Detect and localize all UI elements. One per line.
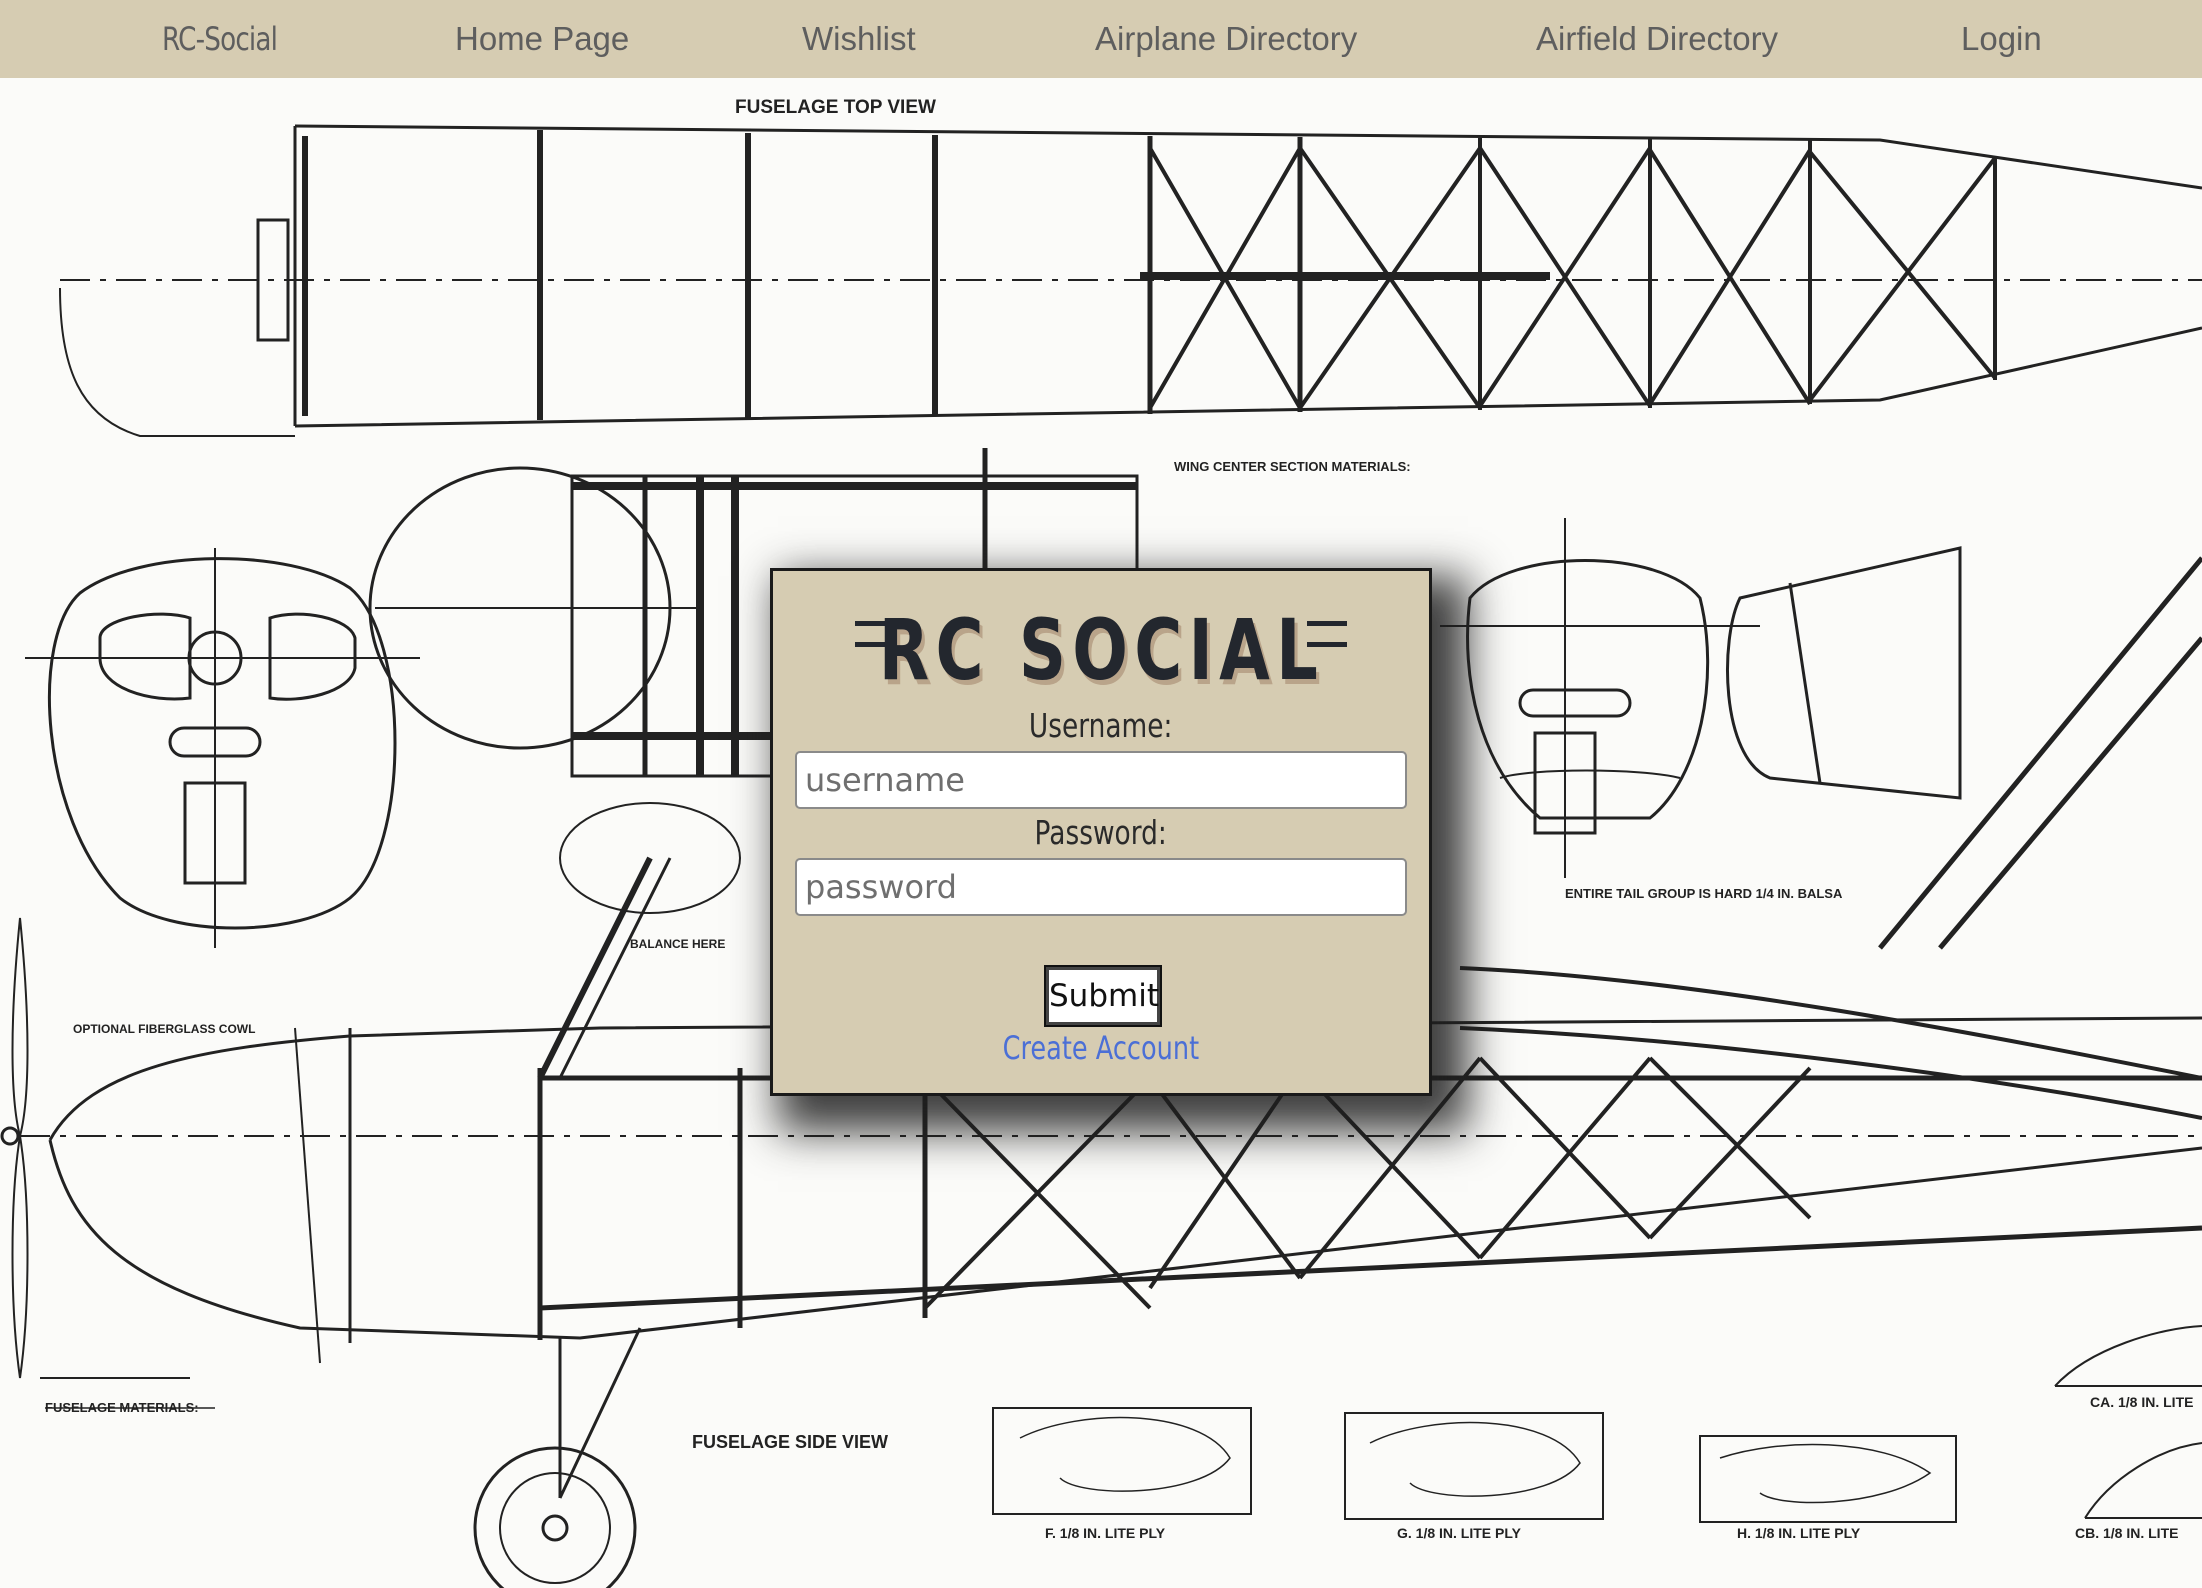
create-account-link-text[interactable]: Create Account bbox=[1003, 1029, 1200, 1067]
blueprint-label-part-f: F. 1/8 IN. LITE PLY bbox=[1045, 1525, 1166, 1541]
blueprint-label-fuselage-materials: FUSELAGE MATERIALS: bbox=[45, 1400, 199, 1415]
blueprint-label-part-ca: CA. 1/8 IN. LITE bbox=[2090, 1394, 2193, 1410]
submit-button[interactable]: Submit bbox=[1044, 965, 1162, 1027]
login-title: RC SOCIAL bbox=[773, 601, 1429, 699]
top-navbar: RC-Social Home Page Wishlist Airplane Di… bbox=[0, 0, 2202, 78]
nav-home-page[interactable]: Home Page bbox=[455, 0, 629, 78]
blueprint-label-tail-group: ENTIRE TAIL GROUP IS HARD 1/4 IN. BALSA bbox=[1565, 886, 1843, 901]
username-label: Username: bbox=[773, 706, 1429, 745]
username-label-text: Username: bbox=[1029, 706, 1173, 745]
nav-login[interactable]: Login bbox=[1961, 0, 2042, 78]
password-label: Password: bbox=[773, 813, 1429, 852]
blueprint-label-wing-center: WING CENTER SECTION MATERIALS: bbox=[1174, 459, 1411, 474]
password-input[interactable] bbox=[795, 858, 1407, 916]
blueprint-label-balance: BALANCE HERE bbox=[630, 937, 725, 951]
login-modal: RC SOCIAL Username: Password: Submit Cre… bbox=[770, 568, 1432, 1096]
password-label-text: Password: bbox=[1034, 813, 1168, 852]
blueprint-label-optional-cowl: OPTIONAL FIBERGLASS COWL bbox=[73, 1022, 255, 1036]
create-account-link[interactable]: Create Account bbox=[773, 1029, 1429, 1067]
blueprint-label-part-h: H. 1/8 IN. LITE PLY bbox=[1737, 1525, 1861, 1541]
nav-wishlist[interactable]: Wishlist bbox=[802, 0, 916, 78]
nav-brand-link[interactable]: RC-Social bbox=[162, 0, 278, 78]
login-title-text: RC SOCIAL bbox=[878, 601, 1324, 699]
nav-airplane-directory[interactable]: Airplane Directory bbox=[1095, 0, 1357, 78]
blueprint-label-top-view: FUSELAGE TOP VIEW bbox=[735, 97, 936, 118]
username-input[interactable] bbox=[795, 751, 1407, 809]
blueprint-label-side-view: FUSELAGE SIDE VIEW bbox=[692, 1432, 888, 1452]
blueprint-label-part-cb: CB. 1/8 IN. LITE bbox=[2075, 1525, 2178, 1541]
blueprint-label-part-g: G. 1/8 IN. LITE PLY bbox=[1397, 1525, 1522, 1541]
nav-airfield-directory[interactable]: Airfield Directory bbox=[1536, 0, 1778, 78]
